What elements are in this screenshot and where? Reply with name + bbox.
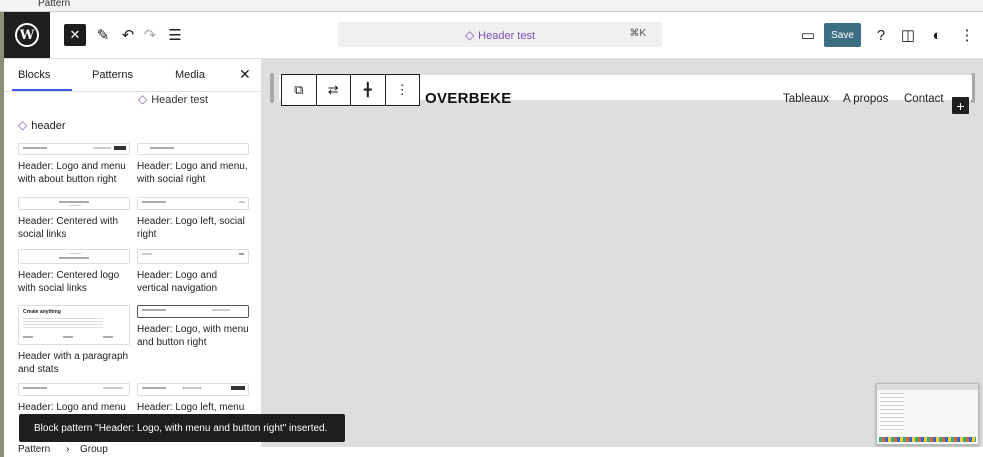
pattern-preview <box>18 249 130 264</box>
block-options-icon[interactable]: ⋮ <box>386 75 420 105</box>
breadcrumb-separator: › <box>66 444 70 455</box>
pattern-label: Header: Logo, with menu and button right <box>137 324 249 348</box>
result-label: Header test <box>151 94 209 106</box>
window-title-label: Pattern <box>38 0 71 9</box>
pattern-label: Header with a paragraph and stats <box>18 351 129 375</box>
pattern-preview <box>18 197 130 210</box>
resize-handle-left[interactable] <box>270 73 274 103</box>
redo-icon[interactable]: ↷ <box>139 24 161 46</box>
close-icon: ✕ <box>69 27 81 42</box>
editor-app: W ✕ ✎ ↶ ↷ ☰ ◇ Header test ⌘K ▭ Save ? ◫ ◐… <box>4 12 983 457</box>
wordpress-logo-icon[interactable]: W <box>4 12 50 58</box>
pattern-card[interactable]: Header: Logo and vertical navigation <box>137 249 249 295</box>
result-label: header <box>31 120 66 132</box>
pattern-label: Header: Logo and menu with about button … <box>18 161 126 185</box>
pattern-label: Header: Centered logo with social links <box>18 270 120 294</box>
pattern-label: Header: Logo and menu, with social right <box>137 161 248 185</box>
pattern-card[interactable]: Header: Centered with social links <box>18 197 130 241</box>
save-button[interactable]: Save <box>824 23 861 47</box>
tab-patterns[interactable]: Patterns <box>92 69 133 81</box>
shuffle-icon[interactable]: ⇄ <box>317 75 351 105</box>
tab-media[interactable]: Media <box>175 69 205 81</box>
styles-contrast-icon[interactable]: ◐ <box>926 24 948 46</box>
command-palette-bar[interactable]: ◇ Header test ⌘K <box>338 22 662 47</box>
nav-link[interactable]: Tableaux <box>783 93 829 105</box>
plus-icon: + <box>956 97 965 114</box>
block-transform-icon[interactable]: ⧉ <box>282 75 317 105</box>
pattern-label: Header: Logo and vertical navigation <box>137 270 218 294</box>
editor-toolbar: W ✕ ✎ ↶ ↷ ☰ ◇ Header test ⌘K ▭ Save ? ◫ ◐… <box>4 12 983 59</box>
site-title[interactable]: OVERBEKE <box>425 90 512 107</box>
snackbar-message: Block pattern "Header: Logo, with menu a… <box>34 422 328 434</box>
breadcrumb-item-group[interactable]: Group <box>80 444 108 455</box>
undo-icon[interactable]: ↶ <box>117 24 139 46</box>
device-preview-icon[interactable]: ▭ <box>797 24 819 46</box>
breadcrumb-item-pattern[interactable]: Pattern <box>18 444 50 455</box>
close-inserter-button[interactable]: ✕ <box>64 24 86 46</box>
pattern-icon: ◇ <box>18 118 28 132</box>
pencil-tool-icon[interactable]: ✎ <box>92 24 114 46</box>
pattern-card[interactable]: Create anything Header with a paragraph … <box>18 305 130 376</box>
pattern-preview <box>137 305 249 318</box>
add-block-button[interactable]: + <box>952 97 969 114</box>
pattern-preview <box>137 143 249 155</box>
nav-link[interactable]: A propos <box>843 93 888 105</box>
window-title-strip: Pattern <box>0 0 983 12</box>
inserter-tabs: Blocks Patterns Media ✕ <box>4 59 261 92</box>
pattern-preview <box>137 249 249 264</box>
block-toolbar: ⧉ ⇄ ╋ ⋮ <box>281 74 420 106</box>
document-overview-icon[interactable]: ☰ <box>164 24 186 46</box>
close-panel-icon[interactable]: ✕ <box>239 66 251 83</box>
snackbar-notice[interactable]: Block pattern "Header: Logo, with menu a… <box>19 414 345 442</box>
result-item-header[interactable]: ◇ header <box>18 118 66 132</box>
active-tab-indicator <box>12 89 72 91</box>
align-icon[interactable]: ╋ <box>351 75 386 105</box>
pattern-preview <box>18 143 130 155</box>
settings-panel-icon[interactable]: ◫ <box>897 24 919 46</box>
result-item-header-test[interactable]: ◇ Header test <box>138 92 208 106</box>
pattern-card[interactable]: Header: Logo left, social right <box>137 197 249 241</box>
pattern-card[interactable]: Header: Centered logo with social links <box>18 249 130 295</box>
pattern-label: Header: Logo and menu <box>18 402 126 413</box>
nav-link[interactable]: Contact <box>904 93 944 105</box>
pattern-card-selected[interactable]: Header: Logo, with menu and button right <box>137 305 249 349</box>
options-menu-icon[interactable]: ⋮ <box>956 24 978 46</box>
pattern-card[interactable]: Header: Logo and menu <box>18 383 130 414</box>
screenshot-thumbnail[interactable] <box>876 383 979 445</box>
pattern-preview: Create anything <box>18 305 130 345</box>
editor-canvas[interactable]: ⧉ ⇄ ╋ ⋮ OVERBEKE Tableaux A propos Conta… <box>262 59 983 457</box>
thumb-heading: Create anything <box>23 309 61 315</box>
pattern-preview <box>18 383 130 396</box>
pattern-card[interactable]: Header: Logo and menu with about button … <box>18 143 130 186</box>
pattern-preview <box>137 197 249 210</box>
pattern-icon: ◇ <box>464 28 475 42</box>
pattern-card[interactable]: Header: Logo and menu, with social right <box>137 143 249 186</box>
shortcut-hint: ⌘K <box>629 28 646 39</box>
block-inserter-panel: Blocks Patterns Media ✕ ◇ header ◇ Header … <box>4 59 262 457</box>
help-icon[interactable]: ? <box>870 24 892 46</box>
breadcrumb: Pattern › Group <box>4 444 983 457</box>
pattern-label: Header: Logo left, social right <box>137 216 245 240</box>
pattern-label: Header: Centered with social links <box>18 216 119 240</box>
pattern-preview <box>137 383 249 396</box>
document-title: Header test <box>478 30 536 42</box>
tab-blocks[interactable]: Blocks <box>18 69 50 81</box>
pattern-icon: ◇ <box>138 92 148 106</box>
